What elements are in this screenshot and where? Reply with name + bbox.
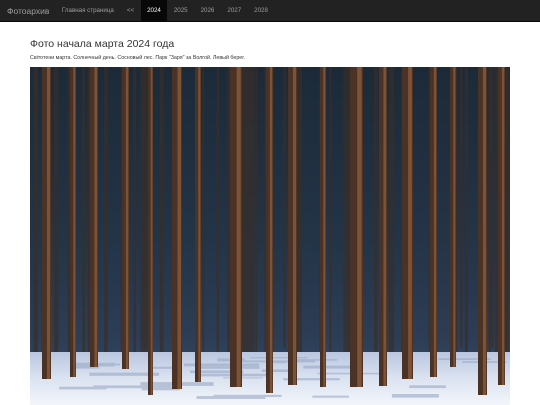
nav-item-home[interactable]: Главная страница <box>55 0 120 22</box>
forest-photo[interactable] <box>30 67 510 405</box>
nav-item-2026[interactable]: 2026 <box>194 0 221 22</box>
nav-item-2024[interactable]: 2024 <box>140 0 168 22</box>
nav-item-2027[interactable]: 2027 <box>221 0 248 22</box>
top-navbar: Фотоархив Главная страница << 2024 2025 … <box>0 0 540 22</box>
nav-item-prev[interactable]: << <box>120 0 140 22</box>
brand-link[interactable]: Фотоархив <box>0 0 55 22</box>
nav-item-2025[interactable]: 2025 <box>167 0 194 22</box>
photo-description: Світотени марта. Солнечный день. Сосновы… <box>30 55 245 61</box>
main-content: Фото начала марта 2024 года Світотени ма… <box>30 38 510 62</box>
nav-item-2028[interactable]: 2028 <box>248 0 275 22</box>
page-title: Фото начала марта 2024 года <box>30 38 175 50</box>
